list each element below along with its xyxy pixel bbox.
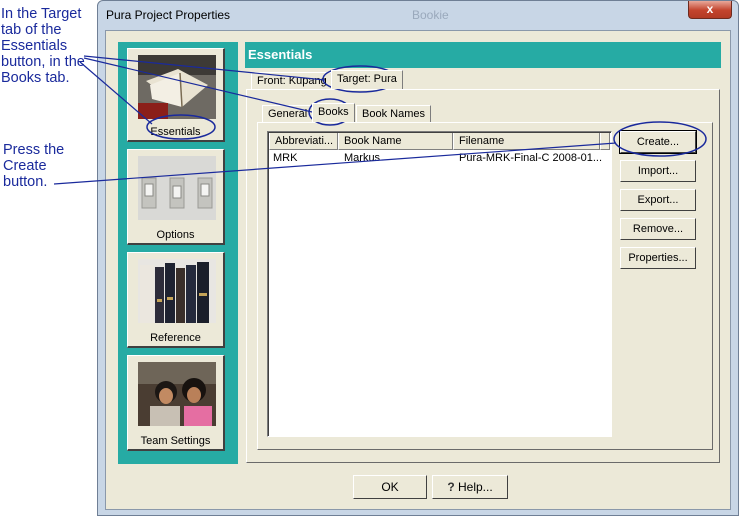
properties-button[interactable]: Properties... xyxy=(620,247,696,269)
tab-book-names[interactable]: Book Names xyxy=(356,105,431,122)
help-button[interactable]: ? Help... xyxy=(432,475,508,499)
column-header-filename[interactable]: Filename xyxy=(453,133,600,150)
team-photo-icon xyxy=(138,362,216,426)
column-header-spacer xyxy=(600,133,610,150)
switches-photo-icon xyxy=(138,156,216,220)
essentials-nav-label: Essentials xyxy=(150,126,201,138)
team-settings-nav-button[interactable]: Team Settings xyxy=(127,355,225,451)
books-list[interactable]: Abbreviati... Book Name Filename MRK Mar… xyxy=(267,131,612,437)
books-photo-icon xyxy=(138,55,216,119)
section-header: Essentials xyxy=(245,42,721,68)
tab-target-pura[interactable]: Target: Pura xyxy=(331,70,403,89)
tab-books[interactable]: Books xyxy=(312,103,355,122)
tab-general[interactable]: General xyxy=(262,105,314,122)
cell-filename: Pura-MRK-Final-C 2008-01... xyxy=(459,152,603,164)
dialog-client-area: Essentials Options Reference Team Settin… xyxy=(105,30,731,510)
create-button[interactable]: Create... xyxy=(619,130,697,154)
window-title: Pura Project Properties xyxy=(106,8,231,22)
tab-front-kupang[interactable]: Front: Kupang xyxy=(251,72,333,89)
help-icon: ? xyxy=(447,480,455,494)
project-properties-window: Pura Project Properties Bookie x Essenti… xyxy=(97,0,739,516)
bookshelf-photo-icon xyxy=(138,259,216,323)
remove-button[interactable]: Remove... xyxy=(620,218,696,240)
ok-button[interactable]: OK xyxy=(353,475,427,499)
cell-abbreviation: MRK xyxy=(273,152,298,164)
import-button[interactable]: Import... xyxy=(620,160,696,182)
title-bar[interactable]: Pura Project Properties Bookie x xyxy=(98,1,738,29)
annotation-create-note: Press the Create button. xyxy=(3,142,65,190)
options-nav-button[interactable]: Options xyxy=(127,149,225,245)
close-icon: x xyxy=(706,2,714,16)
options-nav-label: Options xyxy=(156,229,195,241)
reference-nav-label: Reference xyxy=(150,332,201,344)
essentials-nav-button[interactable]: Essentials xyxy=(127,48,225,142)
help-button-label: Help... xyxy=(458,480,493,494)
annotation-target-tab-note: In the Target tab of the Essentials butt… xyxy=(1,6,85,86)
column-header-abbreviation[interactable]: Abbreviati... xyxy=(269,133,338,150)
team-settings-nav-label: Team Settings xyxy=(140,435,211,447)
close-button[interactable]: x xyxy=(688,1,732,19)
cell-book-name: Markus xyxy=(344,152,381,164)
nav-panel: Essentials Options Reference Team Settin… xyxy=(118,42,238,464)
column-header-book-name[interactable]: Book Name xyxy=(338,133,453,150)
background-window-title: Bookie xyxy=(412,8,449,22)
reference-nav-button[interactable]: Reference xyxy=(127,252,225,348)
export-button[interactable]: Export... xyxy=(620,189,696,211)
